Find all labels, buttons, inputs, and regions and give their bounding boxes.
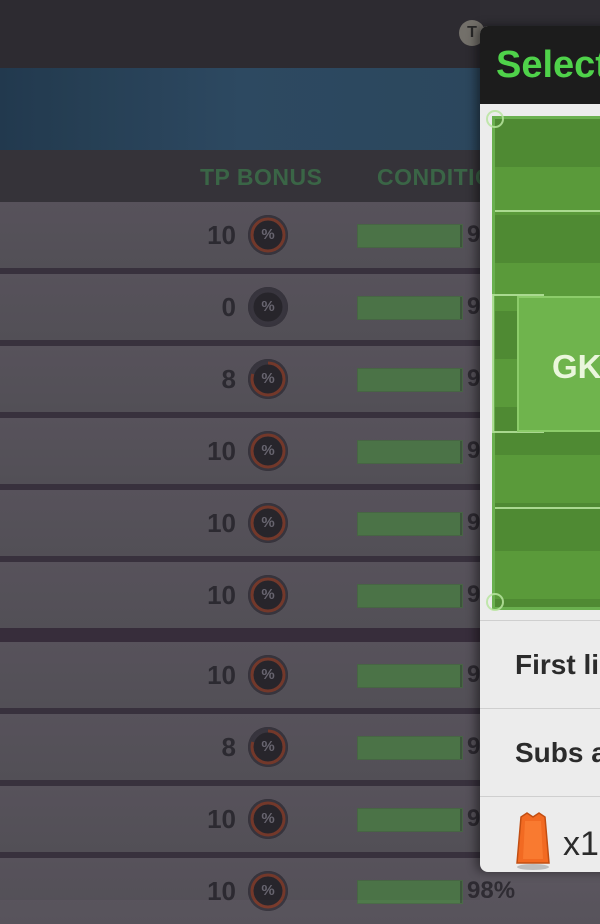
percent-icon: % bbox=[248, 215, 288, 255]
percent-icon: % bbox=[248, 431, 288, 471]
condition-bar bbox=[357, 808, 463, 832]
bibs-count: x1 bbox=[563, 825, 599, 863]
percent-symbol: % bbox=[261, 298, 275, 315]
percent-icon: % bbox=[248, 871, 288, 911]
condition-bar bbox=[357, 368, 463, 392]
corner-arc bbox=[486, 593, 504, 611]
select-lineup-modal: Select GK First li Subs a x1 bbox=[480, 26, 600, 872]
condition-value: 9 bbox=[467, 733, 481, 760]
condition-value: 9 bbox=[467, 661, 481, 688]
tp-bonus-header: TP BONUS bbox=[200, 164, 323, 190]
condition-value: 9 bbox=[467, 581, 481, 608]
percent-icon: % bbox=[248, 799, 288, 839]
condition-bar bbox=[357, 584, 463, 608]
condition-value: 9 bbox=[467, 509, 481, 536]
condition-bar-fill bbox=[358, 737, 460, 759]
tp-bonus-value: 10 bbox=[207, 508, 236, 538]
condition-bar bbox=[357, 296, 463, 320]
percent-symbol: % bbox=[261, 586, 275, 603]
tp-bonus-value: 10 bbox=[207, 580, 236, 610]
condition-bar bbox=[357, 664, 463, 688]
tp-bonus-value: 10 bbox=[207, 804, 236, 834]
modal-header: Select bbox=[480, 26, 600, 104]
pitch-line bbox=[495, 507, 600, 509]
tp-bonus-value: 10 bbox=[207, 876, 236, 906]
percent-symbol: % bbox=[261, 738, 275, 755]
tp-bonus-value: 8 bbox=[221, 364, 236, 394]
position-label: GK bbox=[552, 348, 600, 385]
modal-title: Select bbox=[496, 44, 600, 86]
condition-header: CONDITIO bbox=[377, 164, 494, 190]
condition-bar-fill bbox=[358, 665, 460, 687]
condition-bar-fill bbox=[358, 441, 460, 463]
condition-value: 9 bbox=[467, 365, 481, 392]
corner-arc bbox=[486, 110, 504, 128]
condition-bar bbox=[357, 512, 463, 536]
condition-bar-fill bbox=[358, 809, 460, 831]
condition-bar bbox=[357, 880, 463, 904]
percent-icon: % bbox=[248, 287, 288, 327]
pitch-view: GK bbox=[486, 110, 600, 611]
percent-symbol: % bbox=[261, 442, 275, 459]
condition-value: 98% bbox=[467, 877, 516, 904]
subs-option[interactable]: Subs a bbox=[480, 708, 600, 795]
tp-bonus-value: 10 bbox=[207, 436, 236, 466]
tp-bonus-value: 10 bbox=[207, 660, 236, 690]
condition-bar bbox=[357, 224, 463, 248]
percent-icon: % bbox=[248, 503, 288, 543]
percent-symbol: % bbox=[261, 226, 275, 243]
percent-symbol: % bbox=[261, 666, 275, 683]
percent-icon: % bbox=[248, 655, 288, 695]
tp-bonus-value: 8 bbox=[221, 732, 236, 762]
condition-bar bbox=[357, 440, 463, 464]
percent-symbol: % bbox=[261, 370, 275, 387]
percent-icon: % bbox=[248, 575, 288, 615]
percent-icon: % bbox=[248, 727, 288, 767]
first-lineup-option[interactable]: First li bbox=[480, 620, 600, 707]
first-lineup-label: First li bbox=[515, 649, 600, 680]
goalkeeper-slot[interactable]: GK bbox=[517, 296, 600, 432]
condition-bar-fill bbox=[358, 225, 460, 247]
condition-bar-fill bbox=[358, 585, 460, 607]
condition-bar-fill bbox=[358, 297, 460, 319]
condition-bar-fill bbox=[358, 369, 460, 391]
tp-bonus-value: 10 bbox=[207, 220, 236, 250]
condition-value: 9 bbox=[467, 805, 481, 832]
pitch-line bbox=[495, 210, 600, 212]
tp-bonus-value: 0 bbox=[221, 292, 236, 322]
percent-symbol: % bbox=[261, 810, 275, 827]
bibs-option[interactable]: x1 bbox=[480, 796, 600, 872]
bib-icon bbox=[516, 812, 550, 870]
condition-value: 9 bbox=[467, 221, 481, 248]
condition-value: 9 bbox=[467, 437, 481, 464]
percent-symbol: % bbox=[261, 882, 275, 899]
percent-symbol: % bbox=[261, 514, 275, 531]
condition-bar-fill bbox=[358, 513, 460, 535]
percent-icon: % bbox=[248, 359, 288, 399]
condition-value: 9 bbox=[467, 293, 481, 320]
condition-bar bbox=[357, 736, 463, 760]
subs-label: Subs a bbox=[515, 737, 600, 768]
